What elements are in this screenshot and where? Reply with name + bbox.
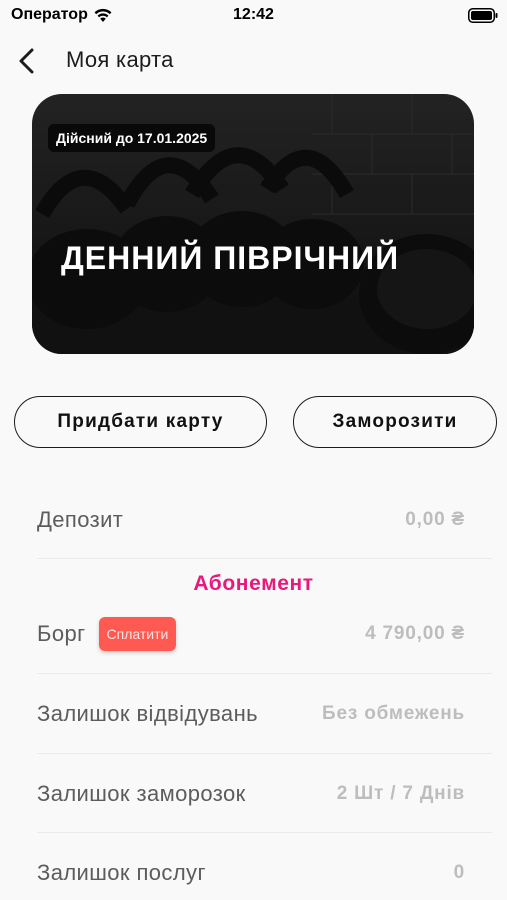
back-button[interactable] <box>10 44 44 78</box>
visits-row: Залишок відвідувань Без обмежень <box>37 698 465 730</box>
freezes-value: 2 Шт / 7 Днів <box>336 783 465 804</box>
services-label: Залишок послуг <box>37 860 206 885</box>
plan-name: ДЕННИЙ ПІВРІЧНИЙ <box>61 240 400 276</box>
subscription-heading: Абонемент <box>193 572 314 595</box>
debt-row: Борг Сплатити 4 790,00 ₴ <box>37 616 465 652</box>
chevron-left-icon <box>19 48 34 74</box>
services-row: Залишок послуг 0 <box>37 857 465 889</box>
buy-card-button[interactable]: Придбати карту <box>14 396 267 448</box>
services-value: 0 <box>453 862 465 883</box>
visits-label: Залишок відвідувань <box>37 701 258 726</box>
debt-label: Борг <box>37 621 86 646</box>
visits-value: Без обмежень <box>322 703 465 724</box>
deposit-value: 0,00 ₴ <box>405 509 465 530</box>
membership-card[interactable]: Дійсний до 17.01.2025 ДЕННИЙ ПІВРІЧНИЙ <box>32 94 474 354</box>
deposit-label: Депозит <box>37 507 124 532</box>
validity-badge: Дійсний до 17.01.2025 <box>48 124 216 152</box>
page-title: Моя карта <box>66 47 174 72</box>
status-time: 12:42 <box>233 6 274 23</box>
debt-value: 4 790,00 ₴ <box>365 623 465 644</box>
deposit-row: Депозит 0,00 ₴ <box>37 504 465 536</box>
battery-icon <box>468 8 498 23</box>
divider <box>37 673 492 674</box>
status-bar: Оператор 12:42 <box>0 0 507 32</box>
divider <box>37 832 492 833</box>
freezes-label: Залишок заморозок <box>37 781 246 806</box>
divider <box>37 558 492 559</box>
pay-button[interactable]: Сплатити <box>98 617 177 651</box>
freeze-button[interactable]: Заморозити <box>293 396 497 448</box>
debt-label-group: Борг Сплатити <box>37 617 177 651</box>
divider <box>37 753 492 754</box>
freezes-row: Залишок заморозок 2 Шт / 7 Днів <box>37 778 465 810</box>
